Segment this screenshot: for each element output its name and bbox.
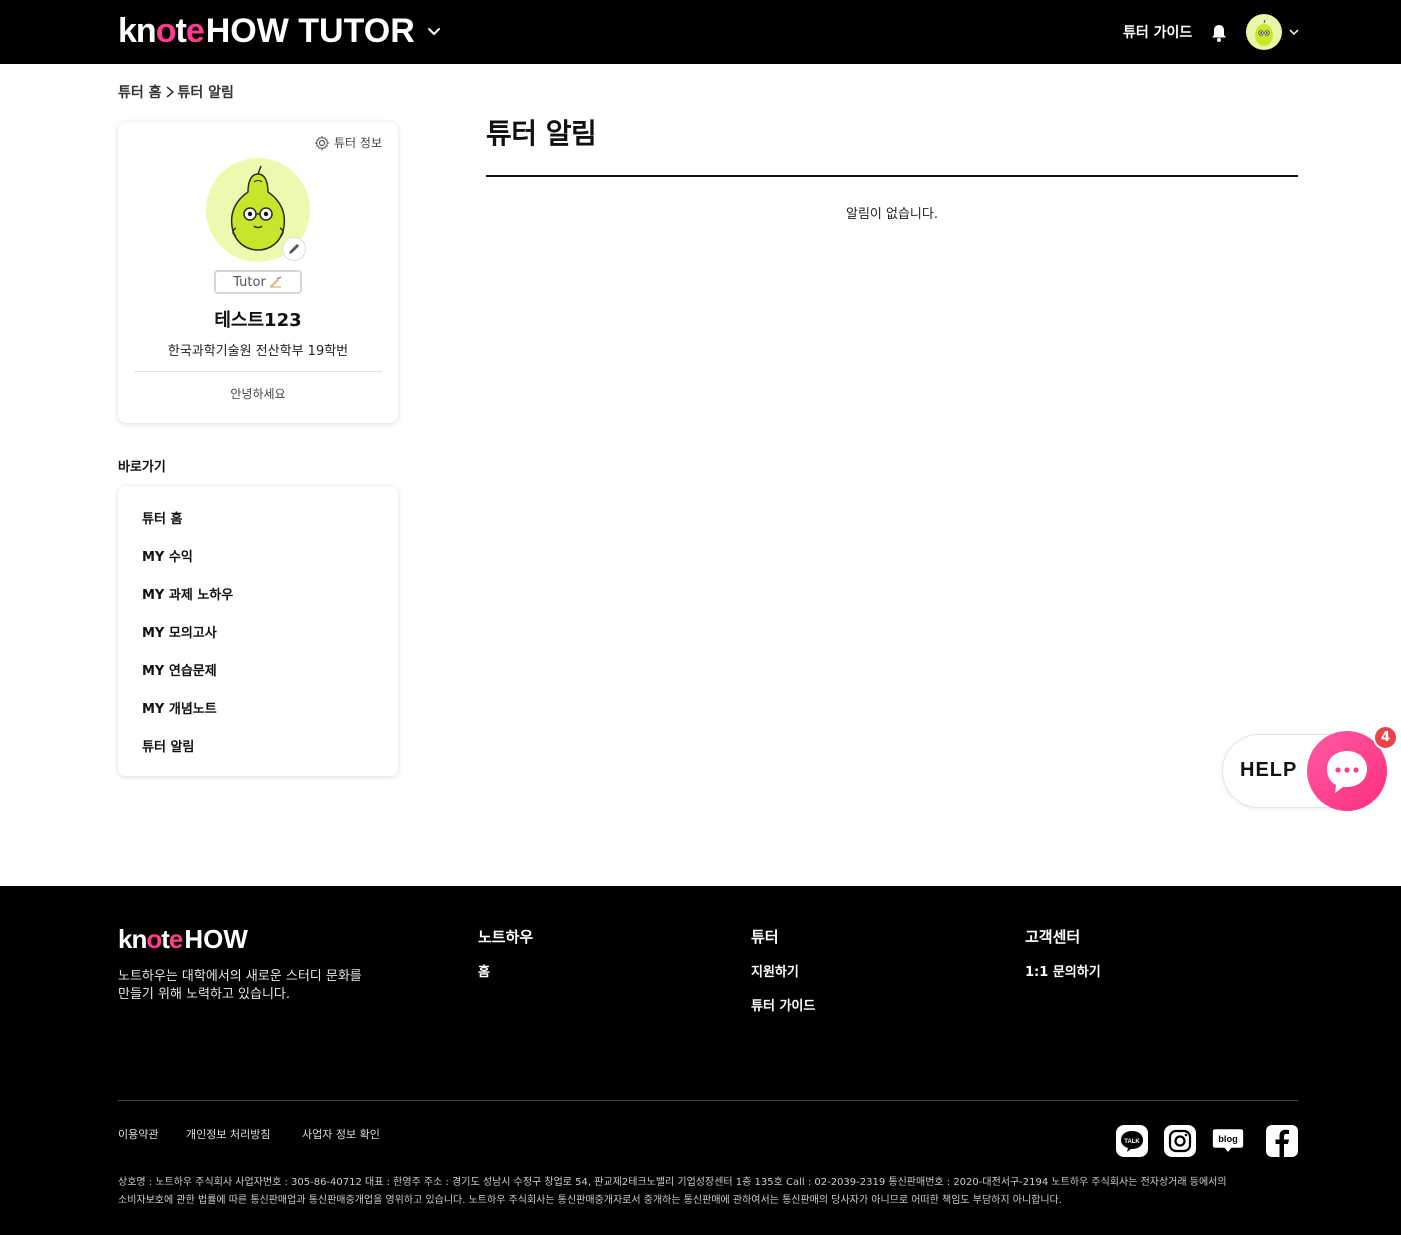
page-title: 튜터 알림 — [486, 117, 597, 150]
footer-description: 노트하우는 대학에서의 새로운 스터디 문화를 만들기 위해 노력하고 있습니다… — [118, 968, 418, 1004]
edit-avatar-button[interactable] — [282, 237, 306, 261]
shortcut-item-my-mock-exams[interactable]: MY 모의고사 — [142, 622, 217, 641]
pencil-icon — [289, 244, 299, 254]
footer-link-inquiry[interactable]: 1:1 문의하기 — [1025, 961, 1101, 980]
empty-notifications-message: 알림이 없습니다. — [846, 207, 938, 222]
site-logo[interactable]: knote HOW TUTOR — [118, 14, 441, 48]
profile-intro: 안녕하세요 — [230, 387, 286, 401]
divider — [134, 371, 382, 372]
business-info-line: 상호명 : 노트하우 주식회사 사업자번호 : 305-86-40712 대표 … — [118, 1177, 1227, 1188]
shortcut-item-my-practice[interactable]: MY 연습문제 — [142, 660, 217, 679]
breadcrumb: 튜터 홈 튜터 알림 — [118, 82, 234, 102]
footer-logo[interactable]: knote HOW — [118, 926, 248, 952]
shortcut-item-my-earnings[interactable]: MY 수익 — [142, 546, 193, 565]
kakaotalk-icon[interactable]: TALK — [1116, 1125, 1148, 1157]
title-divider — [486, 175, 1298, 177]
profile-card: 튜터 정보 Tutor 테스트123 한국과학기술원 전산학부 19학번 안녕하… — [118, 122, 398, 423]
shortcut-item-tutor-notifications[interactable]: 튜터 알림 — [142, 736, 194, 755]
profile-name: 테스트123 — [214, 310, 302, 331]
footer-privacy-link[interactable]: 개인정보 처리방침 — [186, 1126, 270, 1142]
chevron-down-icon[interactable] — [427, 24, 441, 38]
chevron-down-icon[interactable] — [1288, 26, 1300, 38]
footer-link-apply[interactable]: 지원하기 — [751, 961, 799, 980]
facebook-icon[interactable] — [1266, 1125, 1298, 1157]
business-info-text: 상호명 : 노트하우 주식회사 사업자번호 : 305-86-40712 대표 … — [118, 1174, 1298, 1210]
writing-hand-icon — [269, 276, 282, 288]
footer-col-title-support: 고객센터 — [1025, 928, 1081, 946]
footer-description-line: 만들기 위해 노력하고 있습니다. — [118, 987, 291, 1002]
footer-terms-link[interactable]: 이용약관 — [118, 1126, 158, 1142]
shortcut-item-tutor-home[interactable]: 튜터 홈 — [142, 508, 182, 527]
footer-link-tutor-guide[interactable]: 튜터 가이드 — [751, 995, 815, 1014]
gear-icon — [314, 135, 330, 150]
shortcut-item-my-assignments[interactable]: MY 과제 노하우 — [142, 584, 233, 603]
footer-divider — [118, 1100, 1298, 1101]
instagram-icon[interactable] — [1164, 1125, 1196, 1157]
footer-description-line: 노트하우는 대학에서의 새로운 스터디 문화를 — [118, 969, 362, 984]
tutor-badge-label: Tutor — [233, 274, 266, 290]
footer-business-info-link[interactable]: 사업자 정보 확인 — [302, 1126, 380, 1142]
footer-logo-how: HOW — [184, 924, 248, 954]
chevron-right-icon — [166, 86, 174, 98]
svg-text:TALK: TALK — [1124, 1139, 1140, 1145]
user-avatar[interactable] — [1246, 14, 1282, 50]
profile-school: 한국과학기술원 전산학부 19학번 — [167, 344, 349, 359]
pear-mascot-icon — [1255, 19, 1273, 46]
tutor-badge: Tutor — [214, 270, 302, 294]
breadcrumb-current[interactable]: 튜터 알림 — [178, 82, 234, 102]
bell-icon[interactable] — [1209, 23, 1229, 43]
blog-icon[interactable]: blog — [1212, 1125, 1244, 1157]
logo-how-text: HOW TUTOR — [205, 12, 415, 50]
logo-knote-text: knote — [118, 12, 205, 50]
footer-col-title-tutor: 튜터 — [751, 928, 779, 946]
footer-link-home[interactable]: 홈 — [478, 961, 490, 980]
shortcut-heading: 바로가기 — [118, 460, 166, 475]
help-notification-badge: 4 — [1373, 725, 1398, 750]
tutor-info-link[interactable]: 튜터 정보 — [314, 134, 382, 151]
top-navbar: knote HOW TUTOR 튜터 가이드 — [0, 0, 1401, 64]
shortcut-menu: 튜터 홈 MY 수익 MY 과제 노하우 MY 모의고사 MY 연습문제 MY … — [118, 486, 398, 776]
footer: knote HOW 노트하우는 대학에서의 새로운 스터디 문화를 만들기 위해… — [0, 886, 1401, 1235]
footer-col-title-notehow: 노트하우 — [478, 928, 534, 946]
tutor-guide-link[interactable]: 튜터 가이드 — [1123, 22, 1192, 42]
svg-text:blog: blog — [1218, 1134, 1238, 1144]
tutor-info-label: 튜터 정보 — [334, 136, 382, 150]
shortcut-item-my-concept-notes[interactable]: MY 개념노트 — [142, 698, 217, 717]
footer-logo-knote: knote — [118, 924, 183, 954]
help-label: HELP — [1240, 759, 1298, 781]
business-info-line: 소비자보호에 관한 법률에 따른 통신판매업과 통신판매중개업을 영위하고 있습… — [118, 1195, 1062, 1206]
breadcrumb-home[interactable]: 튜터 홈 — [118, 82, 162, 102]
